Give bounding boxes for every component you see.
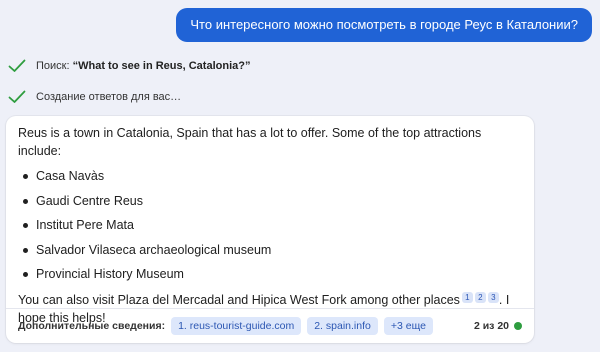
learn-more-label: Дополнительные сведения: [18, 320, 166, 332]
answer-intro: Reus is a town in Catalonia, Spain that … [18, 126, 482, 158]
search-label: Поиск: [36, 60, 70, 72]
check-icon [8, 59, 26, 72]
search-query: “What to see in Reus, Catalonia?” [72, 60, 251, 72]
citation-link[interactable]: 2 [474, 291, 486, 303]
generating-label: Создание ответов для вас… [36, 91, 182, 103]
closing-text: You can also visit Plaza del Mercadal an… [18, 292, 460, 307]
source-link-1[interactable]: 1. reus-tourist-guide.com [171, 317, 302, 335]
search-progress: Поиск: “What to see in Reus, Catalonia?” [8, 59, 250, 73]
response-counter: 2 из 20 [474, 320, 522, 332]
citation-link[interactable]: 1 [461, 291, 473, 303]
list-item: Salvador Vilaseca archaeological museum [18, 238, 522, 263]
answer-body: Reus is a town in Catalonia, Spain that … [18, 124, 522, 327]
source-link-2[interactable]: 2. spain.info [307, 317, 378, 335]
list-item: Provincial History Museum [18, 262, 522, 287]
counter-text: 2 из 20 [473, 320, 509, 332]
citation-link[interactable]: 3 [487, 291, 499, 303]
answer-footer: Дополнительные сведения: 1. reus-tourist… [6, 308, 534, 343]
status-dot-icon [514, 322, 522, 330]
user-message-row: Что интересного можно посмотреть в город… [176, 8, 592, 42]
list-item: Gaudi Centre Reus [18, 189, 522, 214]
check-icon [8, 90, 26, 103]
user-message-bubble: Что интересного можно посмотреть в город… [176, 8, 592, 42]
more-sources-button[interactable]: +3 еще [383, 317, 433, 335]
list-item: Institut Pere Mata [18, 213, 522, 238]
list-item: Casa Navàs [18, 164, 522, 189]
attraction-list: Casa Navàs Gaudi Centre Reus Institut Pe… [18, 164, 522, 287]
answer-card: Reus is a town in Catalonia, Spain that … [6, 116, 534, 343]
generating-progress: Создание ответов для вас… [8, 90, 181, 104]
